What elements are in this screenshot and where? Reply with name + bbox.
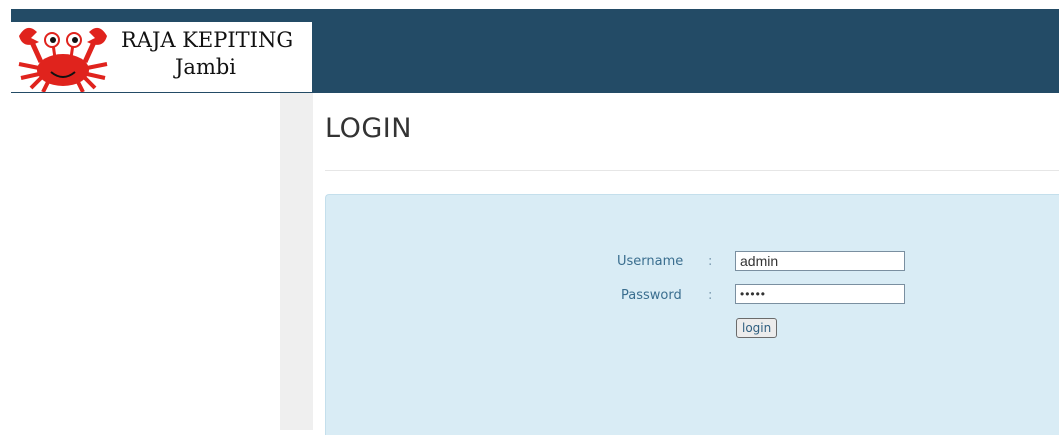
username-label: Username	[617, 254, 684, 269]
username-separator: :	[708, 254, 713, 269]
brand-name: RAJA KEPITING	[121, 28, 294, 52]
brand-logo[interactable]: RAJA KEPITING Jambi	[11, 22, 312, 92]
login-panel: Username : Password : login	[325, 194, 1059, 435]
main-content: LOGIN Username : Password : login	[313, 93, 1059, 435]
sidebar-gutter	[280, 93, 313, 430]
password-label: Password	[621, 288, 682, 303]
password-field[interactable]	[735, 284, 905, 304]
page-title: LOGIN	[325, 113, 412, 144]
crab-icon	[18, 27, 108, 92]
login-button[interactable]: login	[736, 318, 778, 338]
brand-location: Jambi	[175, 55, 237, 79]
password-separator: :	[708, 288, 713, 303]
username-field[interactable]	[735, 251, 905, 271]
left-sidebar	[0, 93, 280, 430]
title-divider	[325, 170, 1059, 171]
